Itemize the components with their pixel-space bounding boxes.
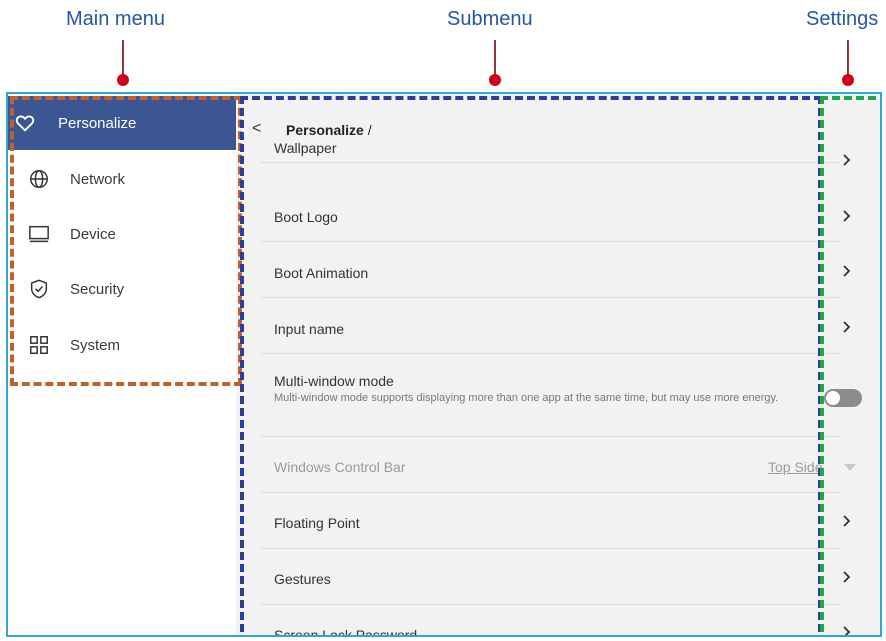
settings-region-outline bbox=[820, 96, 880, 635]
callout-pointer-submenu bbox=[489, 40, 501, 86]
settings-window: Personalize Network Device Security Syst… bbox=[6, 92, 882, 637]
callout-main-menu: Main menu bbox=[66, 8, 165, 30]
callout-submenu: Submenu bbox=[447, 8, 533, 30]
callout-pointer-main-menu bbox=[117, 40, 129, 86]
main-menu-region-outline bbox=[10, 96, 242, 386]
callout-pointer-settings bbox=[842, 40, 854, 86]
submenu-region-outline bbox=[240, 96, 822, 635]
callout-settings: Settings bbox=[806, 8, 879, 30]
